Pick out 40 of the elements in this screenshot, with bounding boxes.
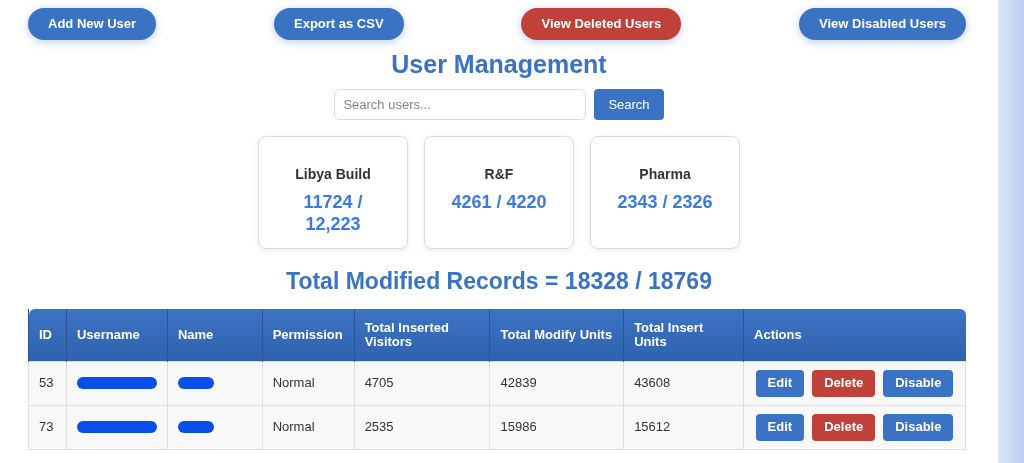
action-button[interactable]: View Disabled Users (799, 8, 966, 40)
row-action-button[interactable]: Disable (883, 369, 954, 397)
table-cell: 15986 (490, 405, 624, 449)
column-header: Username (66, 309, 168, 361)
stat-label: R&F (484, 165, 514, 183)
table-cell: 42839 (490, 361, 624, 405)
action-button[interactable]: Export as CSV (274, 8, 404, 40)
action-button[interactable]: Add New User (28, 8, 157, 40)
table-cell: Normal (262, 405, 355, 449)
column-header: ID (28, 309, 67, 361)
stat-value: 4261 / 4220 (450, 191, 548, 213)
stat-label: Pharma (639, 165, 691, 183)
row-action-button[interactable]: Delete (812, 413, 876, 441)
table-cell: 15612 (623, 405, 744, 449)
table-cell: 53 (28, 361, 67, 405)
redaction-mark (177, 377, 214, 389)
column-header: Total Insert Units (623, 309, 744, 361)
table-cell: 73 (28, 405, 67, 449)
column-header: Permission (262, 309, 355, 361)
search-field[interactable]: Search users... (334, 89, 587, 120)
stat-value: 11724 / 12,223 (302, 191, 364, 235)
action-button[interactable]: View Deleted Users (521, 8, 682, 40)
column-header: Total Modify Units (490, 309, 624, 361)
row-action-button[interactable]: Delete (812, 369, 876, 397)
page-title: User Management (390, 49, 608, 79)
row-action-button[interactable]: Edit (755, 413, 805, 441)
row-action-button[interactable]: Edit (755, 369, 805, 397)
stat-label: Libya Build (295, 165, 371, 183)
total-records: Total Modified Records = 18328 / 18769 (285, 267, 713, 295)
table-cell: 43608 (623, 361, 744, 405)
search-button[interactable]: Search (594, 89, 664, 120)
column-header: Total Inserted Visitors (354, 309, 490, 361)
row-action-button[interactable]: Disable (883, 413, 954, 441)
stat-value: 2343 / 2326 (616, 191, 714, 213)
table-cell: Normal (262, 361, 355, 405)
column-header: Actions (743, 309, 966, 361)
redaction-mark (177, 421, 214, 433)
column-header: Name (167, 309, 263, 361)
table-cell: 4705 (354, 361, 490, 405)
table-cell: 2535 (354, 405, 490, 449)
